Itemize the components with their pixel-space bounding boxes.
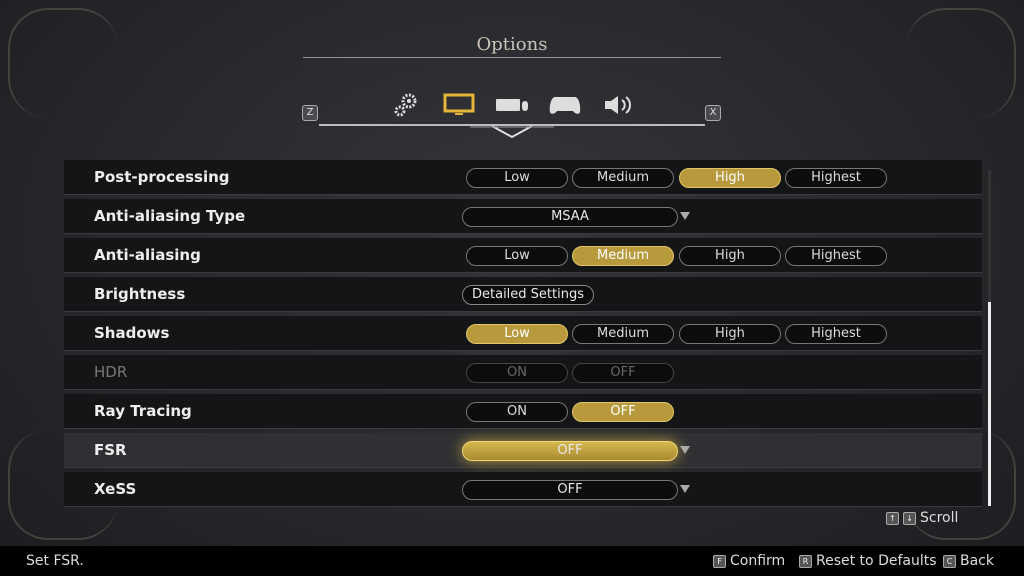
keyboard-mouse-icon [496, 99, 528, 111]
setting-row[interactable]: Anti-aliasing Type MSAA [64, 199, 982, 234]
setting-row[interactable]: Brightness Detailed Settings [64, 277, 982, 312]
dropdown[interactable]: OFF [462, 441, 678, 461]
chevron-down-icon [470, 125, 554, 139]
settings-list: Post-processing Low Medium High Highest Anti-… [64, 160, 982, 510]
setting-row[interactable]: Post-processing Low Medium High Highest [64, 160, 982, 195]
dropdown-arrow-icon[interactable] [680, 212, 690, 220]
option-button[interactable]: High [679, 246, 781, 266]
setting-label: Anti-aliasing Type [94, 207, 246, 225]
dropdown-arrow-icon[interactable] [680, 446, 690, 454]
back-key: C [943, 554, 956, 568]
setting-row[interactable]: Ray Tracing ON OFF [64, 394, 982, 429]
monitor-icon [443, 93, 475, 115]
setting-label: Ray Tracing [94, 402, 192, 420]
reset-label: Reset to Defaults [816, 553, 937, 569]
tab-gamepad[interactable] [548, 93, 582, 117]
option-button[interactable]: Highest [785, 168, 887, 188]
prev-tab-key[interactable]: Z [302, 105, 318, 121]
speaker-icon [605, 96, 631, 114]
option-button[interactable]: High [679, 168, 781, 188]
scroll-hint: ↑ ↓ Scroll [886, 510, 958, 526]
setting-row[interactable]: Shadows Low Medium High Highest [64, 316, 982, 351]
up-key: ↑ [886, 511, 899, 525]
ornament-corner [906, 8, 1016, 118]
option-button[interactable]: Medium [572, 246, 674, 266]
setting-label: FSR [94, 441, 127, 459]
reset-button[interactable]: R Reset to Defaults [799, 553, 937, 569]
dropdown[interactable]: OFF [462, 480, 678, 500]
confirm-key: F [713, 554, 726, 568]
option-button: ON [466, 363, 568, 383]
setting-row[interactable]: Anti-aliasing Low Medium High Highest [64, 238, 982, 273]
scroll-label: Scroll [920, 510, 959, 526]
reset-key: R [799, 554, 812, 568]
confirm-label: Confirm [730, 553, 786, 569]
back-button[interactable]: C Back [943, 553, 994, 569]
dropdown[interactable]: MSAA [462, 207, 678, 227]
tab-display[interactable] [442, 93, 476, 117]
tab-controls[interactable] [495, 93, 529, 117]
setting-label: HDR [94, 363, 128, 381]
detailed-settings-button[interactable]: Detailed Settings [462, 285, 594, 305]
tab-general[interactable] [389, 93, 423, 117]
help-text: Set FSR. [26, 553, 84, 569]
option-button[interactable]: Low [466, 324, 568, 344]
footer-bar: Set FSR. F Confirm R Reset to Defaults C Ba… [0, 546, 1024, 576]
gears-icon [394, 93, 417, 117]
setting-row[interactable]: FSR OFF [64, 433, 982, 468]
back-label: Back [960, 553, 994, 569]
option-button[interactable]: ON [466, 402, 568, 422]
confirm-button[interactable]: F Confirm [713, 553, 785, 569]
setting-label: Anti-aliasing [94, 246, 201, 264]
scrollbar-thumb[interactable] [988, 302, 991, 506]
page-title: Options [476, 34, 548, 55]
setting-row[interactable]: XeSS OFF [64, 472, 982, 507]
setting-row[interactable]: HDR ON OFF [64, 355, 982, 390]
option-button[interactable]: Highest [785, 324, 887, 344]
setting-label: XeSS [94, 480, 137, 498]
setting-label: Post-processing [94, 168, 230, 186]
option-button: OFF [572, 363, 674, 383]
option-button[interactable]: OFF [572, 402, 674, 422]
tab-audio[interactable] [601, 93, 635, 117]
divider [303, 57, 721, 58]
gamepad-icon [549, 97, 581, 114]
setting-label: Shadows [94, 324, 170, 342]
down-key: ↓ [903, 511, 916, 525]
option-button[interactable]: Low [466, 168, 568, 188]
next-tab-key[interactable]: X [705, 105, 721, 121]
option-button[interactable]: Highest [785, 246, 887, 266]
ornament-corner [8, 8, 118, 118]
option-button[interactable]: Medium [572, 324, 674, 344]
setting-label: Brightness [94, 285, 186, 303]
option-button[interactable]: Low [466, 246, 568, 266]
option-button[interactable]: High [679, 324, 781, 344]
option-button[interactable]: Medium [572, 168, 674, 188]
dropdown-arrow-icon[interactable] [680, 485, 690, 493]
